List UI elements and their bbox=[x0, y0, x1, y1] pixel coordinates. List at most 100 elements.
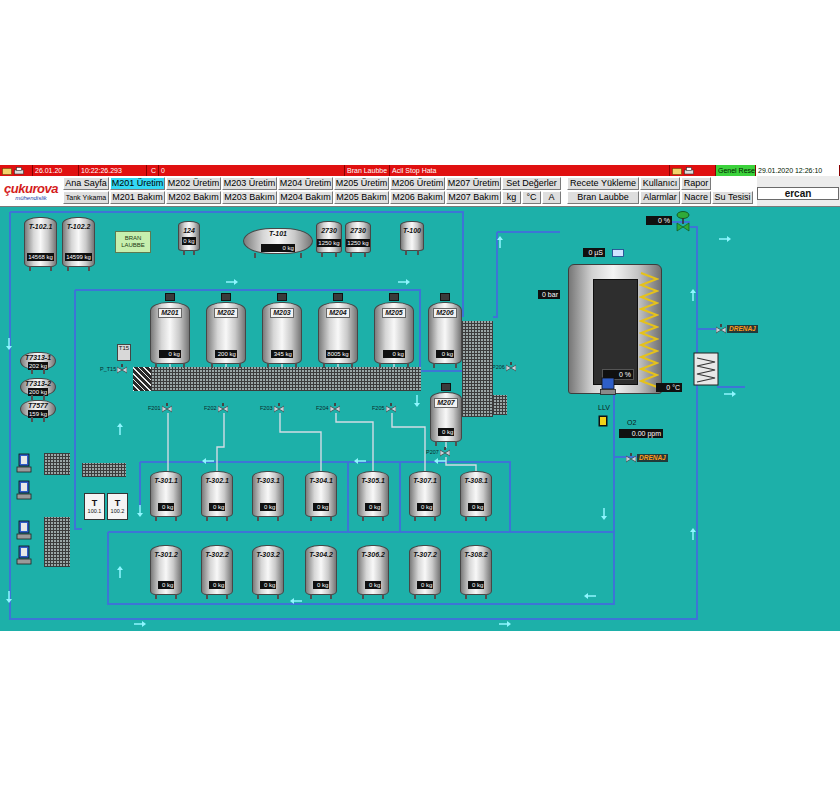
filter[interactable]: T100.2 bbox=[107, 493, 128, 520]
mixer[interactable]: M2050 kg bbox=[374, 302, 414, 364]
menu-button[interactable]: M201 Üretim bbox=[110, 177, 165, 190]
menu-button[interactable]: M204 Bakım bbox=[278, 191, 333, 204]
storage-tank[interactable]: T-1010 kg bbox=[243, 228, 313, 254]
menu-button[interactable]: M205 Üretim bbox=[334, 177, 389, 190]
pump[interactable] bbox=[16, 545, 32, 569]
menu-button[interactable]: M207 Üretim bbox=[446, 177, 501, 190]
valve[interactable]: F204 bbox=[316, 403, 340, 413]
mixer[interactable]: M2070 kg bbox=[430, 392, 462, 442]
product-tank[interactable]: T-307.20 kg bbox=[409, 545, 441, 595]
valve[interactable]: F203 bbox=[260, 403, 284, 413]
valve[interactable]: F201 bbox=[148, 403, 172, 413]
side-tank[interactable]: T7577159 kg bbox=[20, 400, 56, 418]
valve-icon[interactable] bbox=[386, 403, 396, 413]
menu-button[interactable]: M201 Bakım bbox=[110, 191, 165, 204]
t15-tank[interactable]: T15 bbox=[117, 344, 131, 361]
water-tank[interactable]: 0 % bbox=[568, 264, 662, 394]
storage-tank[interactable]: 1240 kg bbox=[178, 221, 200, 251]
menu-button[interactable]: Ana Sayfa bbox=[63, 177, 109, 190]
menu-button[interactable]: M204 Üretim bbox=[278, 177, 333, 190]
menu-button[interactable]: M206 Üretim bbox=[390, 177, 445, 190]
pump[interactable] bbox=[16, 480, 32, 504]
status-cell: 0 bbox=[159, 165, 345, 176]
menu-button[interactable]: °C bbox=[522, 191, 541, 204]
product-tank[interactable]: T-305.10 kg bbox=[357, 471, 389, 517]
conductivity-readout: 0 µS bbox=[583, 248, 605, 257]
menu-button[interactable]: M206 Bakım bbox=[390, 191, 445, 204]
mixer[interactable]: M203345 kg bbox=[262, 302, 302, 364]
menu-button[interactable]: M203 Bakım bbox=[222, 191, 277, 204]
drain-valve-icon[interactable] bbox=[716, 324, 726, 334]
menu-button[interactable]: Nacre bbox=[681, 191, 711, 204]
valve-icon[interactable] bbox=[218, 403, 228, 413]
folder-icon[interactable] bbox=[2, 167, 12, 175]
sensor-icon bbox=[598, 415, 608, 427]
product-tank[interactable]: T-306.20 kg bbox=[357, 545, 389, 595]
menu-button[interactable]: M205 Bakım bbox=[334, 191, 389, 204]
mixer[interactable]: M202200 kg bbox=[206, 302, 246, 364]
valve-icon[interactable] bbox=[440, 447, 450, 457]
storage-tank[interactable]: 27301250 kg bbox=[316, 221, 342, 253]
pump[interactable] bbox=[16, 453, 32, 477]
side-tank[interactable]: T7313-1202 kg bbox=[20, 352, 56, 370]
product-tank[interactable]: T-301.10 kg bbox=[150, 471, 182, 517]
mixer[interactable]: M2048005 kg bbox=[318, 302, 358, 364]
menu-button[interactable]: Rapor bbox=[681, 177, 711, 190]
menu-button[interactable]: Kullanıcı bbox=[640, 177, 680, 190]
llv-pump[interactable] bbox=[600, 377, 616, 399]
product-tank[interactable]: T-303.20 kg bbox=[252, 545, 284, 595]
side-tank[interactable]: T7313-2200 kg bbox=[20, 378, 56, 396]
drain-valve[interactable]: DRENAJ bbox=[626, 453, 668, 463]
menu-button[interactable]: M202 Üretim bbox=[166, 177, 221, 190]
drain-valve[interactable]: DRENAJ bbox=[716, 324, 758, 334]
conveyor bbox=[493, 395, 507, 415]
product-tank[interactable]: T-308.10 kg bbox=[460, 471, 492, 517]
storage-tank[interactable]: T-100 bbox=[400, 221, 424, 251]
sensor-icon bbox=[612, 249, 624, 257]
product-tank[interactable]: T-304.10 kg bbox=[305, 471, 337, 517]
storage-tank[interactable]: T-102.114568 kg bbox=[24, 217, 57, 267]
valve-icon[interactable] bbox=[162, 403, 172, 413]
valve[interactable]: P206 bbox=[492, 362, 516, 372]
reset-button[interactable]: Genel Reset bbox=[716, 165, 756, 176]
menu-button[interactable]: Alarmlar bbox=[640, 191, 680, 204]
valve-icon[interactable] bbox=[330, 403, 340, 413]
valve[interactable]: F202 bbox=[204, 403, 228, 413]
product-tank[interactable]: T-302.20 kg bbox=[201, 545, 233, 595]
menu-button[interactable]: Su Tesisi bbox=[712, 191, 753, 204]
valve[interactable]: F205 bbox=[372, 403, 396, 413]
product-tank[interactable]: T-302.10 kg bbox=[201, 471, 233, 517]
product-tank[interactable]: T-301.20 kg bbox=[150, 545, 182, 595]
drain-valve-icon[interactable] bbox=[626, 453, 636, 463]
bran-laubbe-button[interactable]: BRAN LAUBBE bbox=[115, 231, 151, 253]
pump[interactable] bbox=[16, 520, 32, 544]
menu-button[interactable]: Recete Yükleme bbox=[567, 177, 639, 190]
product-tank[interactable]: T-308.20 kg bbox=[460, 545, 492, 595]
valve[interactable]: P207 bbox=[426, 447, 450, 457]
product-tank[interactable]: T-307.10 kg bbox=[409, 471, 441, 517]
menu-button[interactable]: kg bbox=[502, 191, 521, 204]
printer-icon[interactable] bbox=[684, 167, 694, 175]
filter[interactable]: T100.1 bbox=[84, 493, 105, 520]
valve[interactable]: P_T15 bbox=[100, 364, 127, 374]
menu-button[interactable]: M203 Üretim bbox=[222, 177, 277, 190]
menu-button[interactable]: Set Değerler bbox=[502, 177, 561, 190]
menu-button[interactable]: M202 Bakım bbox=[166, 191, 221, 204]
mixer[interactable]: M2010 kg bbox=[150, 302, 190, 364]
user-name[interactable]: ercan bbox=[757, 187, 839, 200]
valve-icon[interactable] bbox=[274, 403, 284, 413]
menu-button[interactable]: A bbox=[542, 191, 561, 204]
menu-button[interactable]: Tank Yıkama bbox=[63, 191, 109, 204]
folder-icon[interactable] bbox=[672, 167, 682, 175]
storage-tank[interactable]: T-102.214599 kg bbox=[62, 217, 95, 267]
product-tank[interactable]: T-304.20 kg bbox=[305, 545, 337, 595]
control-valve[interactable] bbox=[676, 211, 690, 237]
storage-tank[interactable]: 27301250 kg bbox=[345, 221, 371, 253]
product-tank[interactable]: T-303.10 kg bbox=[252, 471, 284, 517]
printer-icon[interactable] bbox=[14, 167, 24, 175]
menu-button[interactable]: Bran Laubbe bbox=[567, 191, 639, 204]
menu-button[interactable]: M207 Bakım bbox=[446, 191, 501, 204]
valve-icon[interactable] bbox=[506, 362, 516, 372]
valve-icon[interactable] bbox=[117, 364, 127, 374]
mixer[interactable]: M2060 kg bbox=[428, 302, 462, 364]
